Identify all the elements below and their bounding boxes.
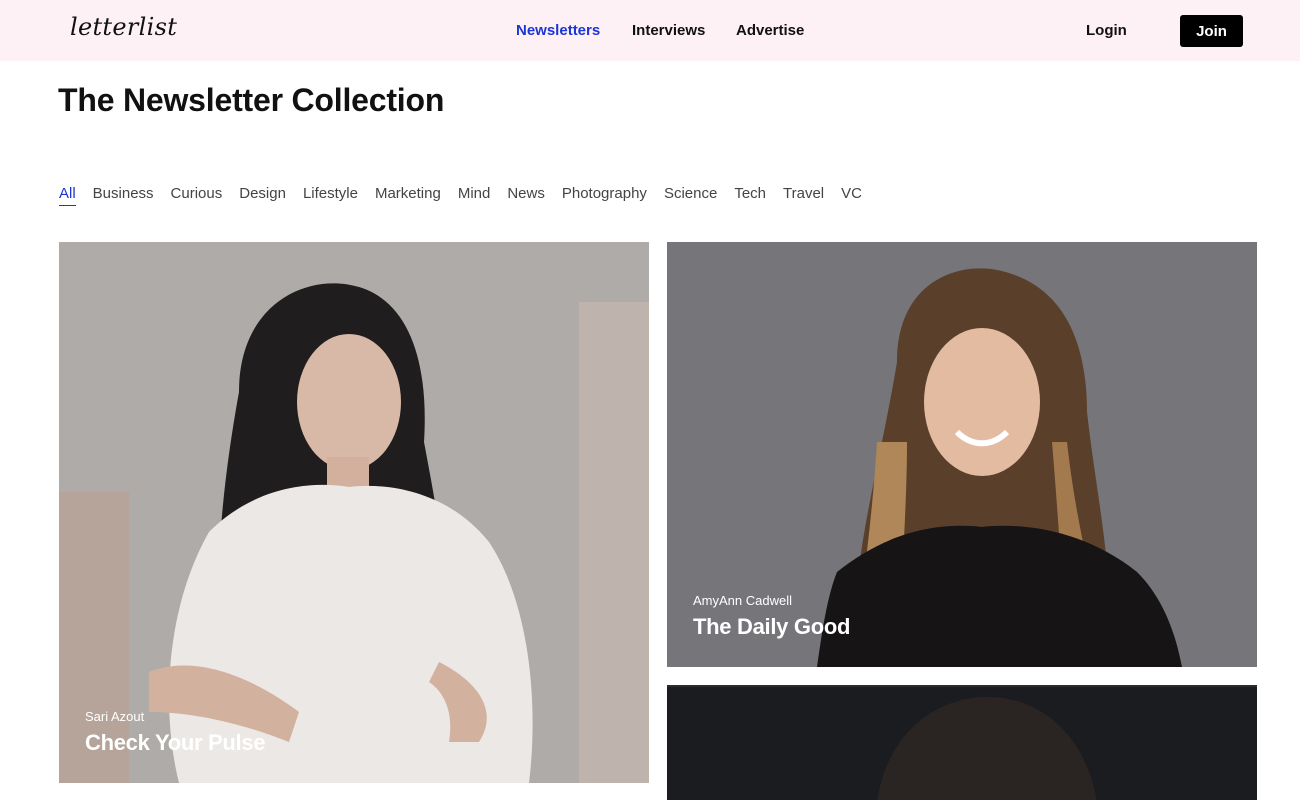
nav-advertise[interactable]: Advertise (736, 22, 804, 39)
category-curious[interactable]: Curious (171, 185, 223, 206)
category-tech[interactable]: Tech (734, 185, 766, 206)
card-title[interactable]: The Daily Good (693, 614, 850, 640)
nav-interviews[interactable]: Interviews (632, 22, 705, 39)
author-portrait-image (59, 242, 649, 783)
category-travel[interactable]: Travel (783, 185, 824, 206)
category-news[interactable]: News (507, 185, 545, 206)
category-business[interactable]: Business (93, 185, 154, 206)
category-vc[interactable]: VC (841, 185, 862, 206)
category-filter: All Business Curious Design Lifestyle Ma… (59, 185, 879, 206)
card-author: Sari Azout (85, 709, 145, 724)
page-title: The Newsletter Collection (58, 82, 445, 118)
category-marketing[interactable]: Marketing (375, 185, 441, 206)
category-science[interactable]: Science (664, 185, 717, 206)
author-portrait-image (667, 687, 1257, 800)
letterlist-logo[interactable]: letterlist (70, 13, 177, 41)
category-mind[interactable]: Mind (458, 185, 491, 206)
category-photography[interactable]: Photography (562, 185, 647, 206)
newsletter-card-the-daily-good[interactable]: AmyAnn Cadwell The Daily Good (667, 242, 1257, 667)
card-author: AmyAnn Cadwell (693, 593, 792, 608)
category-all[interactable]: All (59, 185, 76, 206)
category-design[interactable]: Design (239, 185, 286, 206)
newsletter-card-check-your-pulse[interactable]: Sari Azout Check Your Pulse (59, 242, 649, 783)
login-link[interactable]: Login (1086, 22, 1127, 39)
nav-newsletters[interactable]: Newsletters (516, 22, 600, 39)
top-navigation-bar: letterlist Newsletters Interviews Advert… (0, 0, 1300, 61)
card-title[interactable]: Check Your Pulse (85, 730, 266, 756)
join-button[interactable]: Join (1180, 15, 1243, 47)
newsletter-card-partial[interactable] (667, 685, 1257, 800)
category-lifestyle[interactable]: Lifestyle (303, 185, 358, 206)
